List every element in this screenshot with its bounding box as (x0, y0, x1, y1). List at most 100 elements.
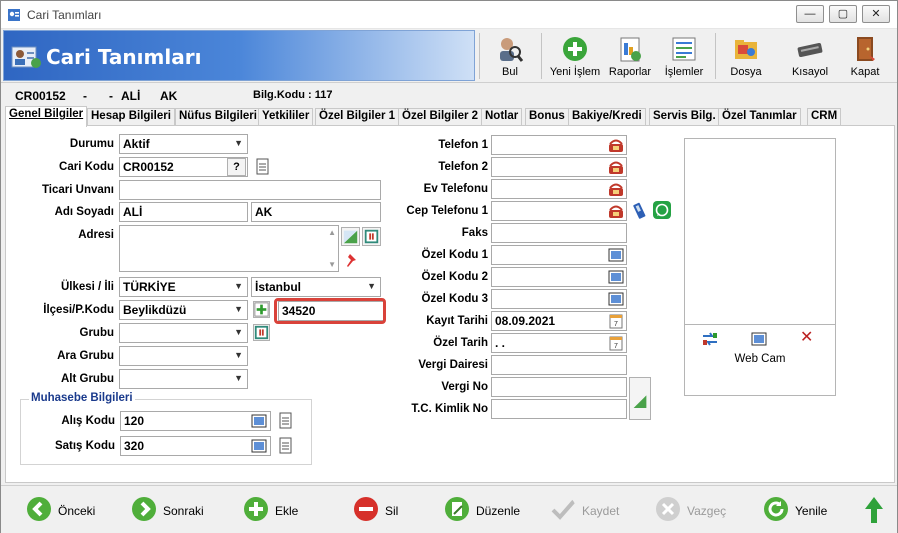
alt-grup-select[interactable]: ▼ (119, 369, 248, 389)
scroll-up-icon[interactable]: ▲ (328, 228, 336, 237)
document-icon[interactable] (276, 436, 295, 455)
phone-icon[interactable] (607, 202, 625, 220)
swap-icon[interactable] (701, 331, 719, 347)
photo-frame[interactable] (684, 138, 836, 326)
tab-nufus-bilgileri[interactable]: Nüfus Bilgileri (175, 108, 261, 126)
tab-notlar[interactable]: Notlar (481, 108, 523, 126)
tab-ozel-tanimlar[interactable]: Özel Tanımlar (718, 108, 801, 126)
kaydet-label: Kaydet (582, 504, 620, 518)
document-icon[interactable] (276, 411, 295, 430)
minimize-button[interactable]: — (796, 5, 824, 23)
ara-grup-select[interactable]: ▼ (119, 346, 248, 366)
tab-ozel-bilgiler-1[interactable]: Özel Bilgiler 1 (315, 108, 400, 126)
sil-button[interactable]: Sil (353, 496, 423, 524)
webcam-icon[interactable] (750, 331, 768, 347)
kaydet-button[interactable]: Kaydet (550, 496, 645, 524)
lookup-icon[interactable] (607, 290, 625, 308)
phone-icon[interactable] (607, 136, 625, 154)
pin-icon[interactable] (341, 251, 360, 270)
bul-label: Bul (502, 66, 518, 78)
close-button[interactable]: ✕ (862, 5, 890, 23)
ekle-button[interactable]: Ekle (243, 496, 323, 524)
delete-photo-icon[interactable]: ✕ (800, 327, 813, 347)
lookup-icon[interactable] (607, 268, 625, 286)
muhasebe-title: Muhasebe Bilgileri (29, 392, 135, 404)
page-banner: Cari Tanımları (3, 30, 475, 81)
scroll-down-icon[interactable]: ▼ (328, 260, 336, 269)
go-up-arrow-icon[interactable] (863, 495, 885, 525)
yeni-islem-button[interactable]: Yeni İşlem (547, 31, 603, 81)
telefon-2-label: Telefon 2 (438, 161, 488, 173)
tab-bonus[interactable]: Bonus (525, 108, 569, 126)
satis-kodu-input[interactable]: 320 (120, 436, 271, 456)
ekle-label: Ekle (275, 504, 299, 518)
vergi-no-input[interactable] (491, 377, 627, 397)
soyad-input[interactable]: AK (251, 202, 381, 222)
calendar-day: 7 (614, 321, 618, 328)
kisayol-button[interactable]: Kısayol (785, 31, 835, 81)
lookup-icon[interactable] (607, 246, 625, 264)
chevron-down-icon: ▼ (234, 350, 243, 360)
sil-label: Sil (385, 504, 399, 518)
tc-kimlik-input[interactable] (491, 399, 627, 419)
calendar-icon[interactable]: 7 (607, 312, 625, 330)
il-select[interactable]: İstanbul ▼ (251, 277, 381, 297)
verify-icon[interactable] (629, 377, 651, 420)
ilce-value: Beylikdüzü (123, 303, 187, 317)
ad-soyad-label: Adı Soyadı (54, 206, 114, 218)
tab-yetkililer[interactable]: Yetkililer (258, 108, 314, 126)
grup-select[interactable]: ▼ (119, 323, 248, 343)
maximize-button[interactable]: ▢ (829, 5, 857, 23)
tab-servis-bilg[interactable]: Servis Bilg. (649, 108, 720, 126)
sms-icon[interactable] (630, 201, 650, 221)
help-button[interactable]: ? (227, 158, 246, 176)
ozel-kodu-2-label: Özel Kodu 2 (421, 271, 488, 283)
add-icon[interactable] (253, 301, 270, 318)
lookup-icon[interactable] (250, 412, 268, 430)
onceki-button[interactable]: Önceki (26, 496, 121, 524)
tab-crm[interactable]: CRM (807, 108, 842, 126)
lookup-icon[interactable] (250, 437, 268, 455)
highlight-box (274, 298, 386, 324)
telefon-1-label: Telefon 1 (438, 139, 488, 151)
sonraki-label: Sonraki (163, 504, 204, 518)
alis-kodu-input[interactable]: 120 (120, 411, 271, 431)
tab-genel-bilgiler[interactable]: Genel Bilgiler (5, 106, 88, 127)
phone-icon[interactable] (607, 180, 625, 198)
ad-input[interactable]: ALİ (119, 202, 248, 222)
vergi-dairesi-input[interactable] (491, 355, 627, 375)
tab-hesap-bilgileri[interactable]: Hesap Bilgileri (87, 108, 175, 126)
operations-icon (672, 37, 696, 61)
calendar-icon[interactable]: 7 (607, 334, 625, 352)
yenile-button[interactable]: Yenile (763, 496, 858, 524)
toolbar-divider (541, 33, 542, 79)
ulke-select[interactable]: TÜRKİYE ▼ (119, 277, 248, 297)
satis-kodu-label: Satış Kodu (54, 440, 115, 452)
search-person-icon (500, 38, 524, 62)
address-book-icon[interactable] (362, 227, 381, 246)
navigation-bar: Önceki Sonraki Ekle Sil Düzenle Kaydet V… (1, 485, 897, 533)
vazgec-button[interactable]: Vazgeç (655, 496, 750, 524)
map-icon[interactable] (341, 227, 360, 246)
kapat-button[interactable]: Kapat (843, 31, 887, 81)
adres-textarea[interactable]: ▲ ▼ (119, 225, 339, 272)
document-icon[interactable] (253, 157, 272, 176)
faks-input[interactable] (491, 223, 627, 243)
bul-button[interactable]: Bul (485, 31, 535, 81)
duzenle-button[interactable]: Düzenle (444, 496, 539, 524)
raporlar-button[interactable]: Raporlar (605, 31, 655, 81)
sonraki-button[interactable]: Sonraki (131, 496, 226, 524)
vergi-no-label: Vergi No (441, 381, 488, 393)
title-bar: Cari Tanımları — ▢ ✕ (1, 1, 897, 29)
durum-select[interactable]: Aktif ▼ (119, 134, 248, 154)
tc-kimlik-label: T.C. Kimlik No (411, 403, 488, 415)
phone-icon[interactable] (607, 158, 625, 176)
whatsapp-icon[interactable] (652, 200, 672, 220)
islemler-button[interactable]: İşlemler (661, 31, 707, 81)
tab-bakiye-kredi[interactable]: Bakiye/Kredi (568, 108, 646, 126)
dosya-button[interactable]: Dosya (723, 31, 769, 81)
ilce-select[interactable]: Beylikdüzü ▼ (119, 300, 248, 320)
tab-ozel-bilgiler-2[interactable]: Özel Bilgiler 2 (398, 108, 483, 126)
ticari-unvan-input[interactable] (119, 180, 381, 200)
address-book-icon[interactable] (253, 324, 270, 341)
